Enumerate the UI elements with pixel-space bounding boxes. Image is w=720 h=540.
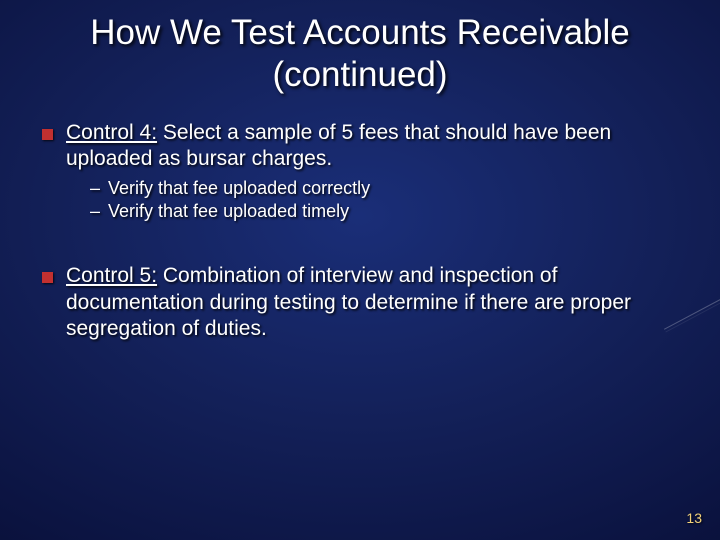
page-number: 13: [686, 510, 702, 526]
bullet-label: Control 5:: [66, 264, 157, 287]
bullet-list: Control 4: Select a sample of 5 fees tha…: [40, 120, 680, 342]
slide: How We Test Accounts Receivable (continu…: [0, 0, 720, 540]
spacer: [40, 229, 680, 257]
slide-body: Control 4: Select a sample of 5 fees tha…: [0, 96, 720, 342]
bullet-control-4: Control 4: Select a sample of 5 fees tha…: [40, 120, 680, 223]
bullet-label: Control 4:: [66, 121, 157, 144]
sub-bullet: Verify that fee uploaded correctly: [90, 177, 680, 200]
sub-bullet-list: Verify that fee uploaded correctly Verif…: [66, 177, 680, 224]
sub-bullet: Verify that fee uploaded timely: [90, 200, 680, 223]
slide-title: How We Test Accounts Receivable (continu…: [0, 0, 720, 96]
bullet-control-5: Control 5: Combination of interview and …: [40, 263, 680, 342]
